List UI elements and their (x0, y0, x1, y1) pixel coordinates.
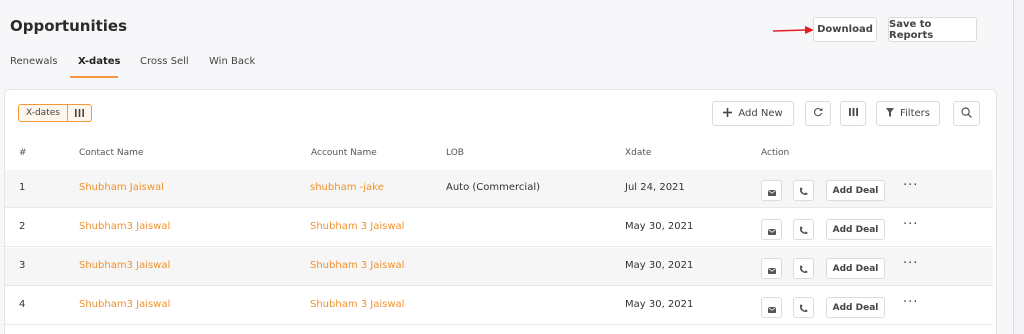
save-to-reports-button[interactable]: Save to Reports (888, 17, 977, 42)
row-number: 2 (19, 221, 26, 232)
email-icon (767, 181, 776, 200)
email-icon (767, 259, 776, 278)
more-options-button[interactable]: ··· (903, 217, 918, 232)
account-name-link[interactable]: Shubham 3 Jaiswal (310, 221, 404, 232)
column-header-action: Action (761, 148, 790, 158)
add-deal-button[interactable]: Add Deal (826, 180, 885, 201)
call-button[interactable] (793, 297, 814, 318)
tab-cross-sell[interactable]: Cross Sell (140, 56, 189, 67)
account-name-link[interactable]: Shubham 3 Jaiswal (310, 260, 404, 271)
columns-icon[interactable] (68, 105, 91, 121)
email-button[interactable] (761, 297, 782, 318)
active-tab-indicator (70, 76, 118, 78)
more-options-button[interactable]: ··· (903, 178, 918, 193)
more-options-button[interactable]: ··· (903, 256, 918, 271)
column-header-contact-name[interactable]: Contact Name (79, 148, 143, 158)
red-arrow-icon (772, 26, 814, 34)
page-title: Opportunities (10, 17, 128, 35)
call-button[interactable] (793, 258, 814, 279)
contact-name-link[interactable]: Shubham Jaiswal (79, 182, 164, 193)
email-button[interactable] (761, 258, 782, 279)
search-button[interactable] (953, 101, 980, 126)
view-chip-label: X-dates (19, 105, 68, 121)
email-button[interactable] (761, 180, 782, 201)
email-icon (767, 298, 776, 317)
refresh-icon (813, 107, 823, 120)
add-deal-button[interactable]: Add Deal (826, 219, 885, 240)
column-settings-button[interactable] (840, 101, 866, 126)
download-button[interactable]: Download (813, 17, 877, 42)
row-number: 3 (19, 260, 26, 271)
filters-label: Filters (900, 108, 930, 119)
table-row: 4 Shubham3 Jaiswal Shubham 3 Jaiswal May… (5, 287, 993, 325)
call-button[interactable] (793, 219, 814, 240)
email-icon (767, 220, 776, 239)
account-name-link[interactable]: Shubham 3 Jaiswal (310, 299, 404, 310)
column-header-xdate[interactable]: Xdate (625, 148, 651, 158)
page: Opportunities Download Save to Reports R… (0, 0, 1014, 334)
tab-renewals[interactable]: Renewals (10, 56, 57, 67)
plus-icon (723, 107, 733, 120)
filters-button[interactable]: Filters (876, 101, 940, 126)
lob-value: Auto (Commercial) (446, 182, 541, 193)
filter-icon (886, 107, 894, 120)
more-options-button[interactable]: ··· (903, 295, 918, 310)
contact-name-link[interactable]: Shubham3 Jaiswal (79, 299, 170, 310)
row-number: 1 (19, 182, 26, 193)
phone-icon (799, 181, 808, 200)
refresh-button[interactable] (805, 101, 831, 126)
table-row: 3 Shubham3 Jaiswal Shubham 3 Jaiswal May… (5, 248, 993, 286)
phone-icon (799, 298, 808, 317)
table-row: 2 Shubham3 Jaiswal Shubham 3 Jaiswal May… (5, 209, 993, 247)
column-header-account-name[interactable]: Account Name (311, 148, 377, 158)
call-button[interactable] (793, 180, 814, 201)
xdate-value: Jul 24, 2021 (625, 182, 685, 193)
xdate-value: May 30, 2021 (625, 221, 694, 232)
add-deal-button[interactable]: Add Deal (826, 258, 885, 279)
xdate-value: May 30, 2021 (625, 260, 694, 271)
add-new-label: Add New (738, 108, 783, 119)
phone-icon (799, 220, 808, 239)
row-number: 4 (19, 299, 26, 310)
contact-name-link[interactable]: Shubham3 Jaiswal (79, 221, 170, 232)
contact-name-link[interactable]: Shubham3 Jaiswal (79, 260, 170, 271)
phone-icon (799, 259, 808, 278)
search-icon (961, 106, 972, 121)
column-header-lob[interactable]: LOB (446, 148, 464, 158)
table-row: 1 Shubham Jaiswal shubham -jake Auto (Co… (5, 170, 993, 208)
account-name-link[interactable]: shubham -jake (310, 182, 384, 193)
view-chip[interactable]: X-dates (18, 104, 92, 122)
tab-win-back[interactable]: Win Back (209, 56, 255, 67)
add-deal-button[interactable]: Add Deal (826, 297, 885, 318)
xdate-value: May 30, 2021 (625, 299, 694, 310)
email-button[interactable] (761, 219, 782, 240)
add-new-button[interactable]: Add New (712, 101, 794, 126)
column-header-number: # (19, 148, 27, 158)
grid-icon (848, 108, 858, 119)
tab-x-dates[interactable]: X-dates (78, 56, 120, 67)
